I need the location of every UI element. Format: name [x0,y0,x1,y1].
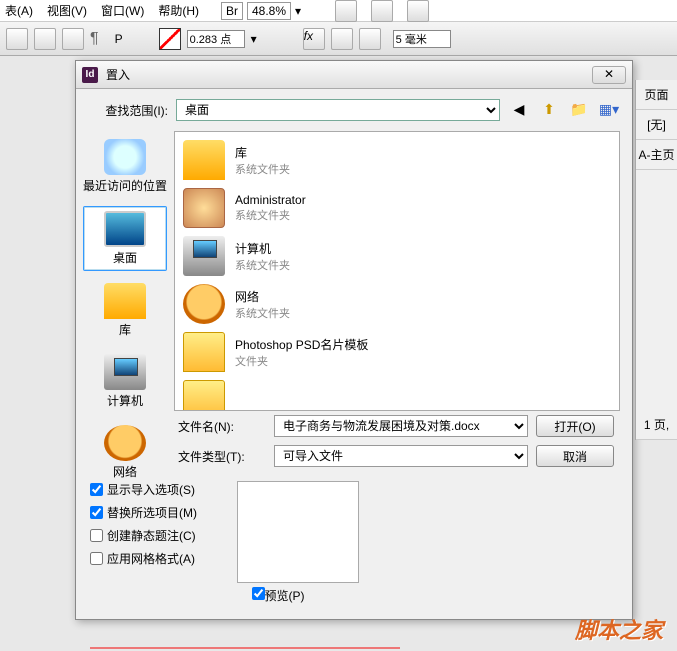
computer-icon [183,236,225,276]
no-fill-icon[interactable] [159,28,181,50]
library-icon [183,140,225,180]
network-icon [104,425,146,461]
tool-icon[interactable] [6,28,28,50]
list-item[interactable] [179,376,615,411]
menu-table[interactable]: 表(A) [5,2,33,19]
tool-icon[interactable] [331,28,353,50]
list-item[interactable]: 网络系统文件夹 [179,280,615,328]
user-folder-icon [183,188,225,228]
apply-grid-checkbox[interactable]: 应用网格格式(A) [90,550,197,567]
lookin-dropdown[interactable]: 桌面 [176,99,500,121]
preview-checkbox[interactable]: 预览(P) [252,589,305,603]
computer-icon [104,354,146,390]
pages-panel[interactable]: 页面 [无] A-主页 1 页, [635,80,677,440]
show-import-checkbox[interactable]: 显示导入选项(S) [90,481,197,498]
char-format-icon[interactable] [62,28,84,50]
tool-icon[interactable] [34,28,56,50]
up-icon[interactable]: ⬆ [538,99,560,121]
page-count: 1 页, [636,410,677,440]
open-button[interactable]: 打开(O) [536,415,614,437]
list-item[interactable]: 计算机系统文件夹 [179,232,615,280]
recent-icon [104,139,146,175]
bridge-button[interactable]: Br [221,2,243,20]
arrange-icon[interactable] [407,0,429,22]
master-a[interactable]: A-主页 [636,140,677,170]
places-bar: 最近访问的位置 桌面 库 计算机 网络 [76,131,174,411]
dialog-title: 置入 [106,66,592,83]
tool-icon[interactable] [359,28,381,50]
pilcrow-icon[interactable]: ¶ [90,30,99,48]
view-menu-icon[interactable]: ▦▾ [598,99,620,121]
dropdown-icon[interactable]: ▾ [295,4,301,18]
close-icon[interactable]: ✕ [592,66,626,84]
replace-selected-checkbox[interactable]: 替换所选项目(M) [90,504,197,521]
control-panel: ¶ P ▾ fx [0,22,677,56]
filetype-label: 文件类型(T): [178,448,266,465]
place-recent[interactable]: 最近访问的位置 [83,135,167,198]
place-dialog: Id 置入 ✕ 查找范围(I): 桌面 ◀ ⬆ 📁 ▦▾ 最近访问的位置 桌面 … [75,60,633,620]
folder-icon [183,332,225,372]
static-caption-checkbox[interactable]: 创建静态题注(C) [90,527,197,544]
desktop-icon [104,211,146,247]
menu-help[interactable]: 帮助(H) [158,2,199,19]
dialog-titlebar: Id 置入 ✕ [76,61,632,89]
watermark: 脚本之家 [575,613,663,645]
filetype-dropdown[interactable]: 可导入文件 [274,445,528,467]
back-icon[interactable]: ◀ [508,99,530,121]
effects-icon[interactable]: fx [303,28,325,50]
lookin-label: 查找范围(I): [88,102,168,119]
filename-label: 文件名(N): [178,418,266,435]
folder-icon [183,380,225,411]
zoom-value[interactable]: 48.8% [247,2,291,20]
menu-bar: 表(A) 视图(V) 窗口(W) 帮助(H) Br 48.8% ▾ [0,0,677,22]
new-folder-icon[interactable]: 📁 [568,99,590,121]
dropdown-icon[interactable]: ▾ [251,32,257,46]
app-icon: Id [82,67,98,83]
network-icon [183,284,225,324]
panel-tab-pages[interactable]: 页面 [636,80,677,110]
place-library[interactable]: 库 [83,279,167,342]
list-item[interactable]: 库系统文件夹 [179,136,615,184]
menu-view[interactable]: 视图(V) [47,2,87,19]
cancel-button[interactable]: 取消 [536,445,614,467]
guide-line [90,647,400,649]
screen-mode-icon[interactable] [371,0,393,22]
view-options-icon[interactable] [335,0,357,22]
place-desktop[interactable]: 桌面 [83,206,167,271]
file-list[interactable]: 库系统文件夹 Administrator系统文件夹 计算机系统文件夹 网络系统文… [174,131,620,411]
list-item[interactable]: Photoshop PSD名片模板文件夹 [179,328,615,376]
preview-box [237,481,359,583]
stroke-weight-input[interactable] [187,30,245,48]
filename-input[interactable]: 电子商务与物流发展困境及对策.docx [274,415,528,437]
place-network[interactable]: 网络 [83,421,167,484]
master-none[interactable]: [无] [636,110,677,140]
library-icon [104,283,146,319]
menu-window[interactable]: 窗口(W) [101,2,144,19]
place-computer[interactable]: 计算机 [83,350,167,413]
size-input[interactable] [393,30,451,48]
list-item[interactable]: Administrator系统文件夹 [179,184,615,232]
